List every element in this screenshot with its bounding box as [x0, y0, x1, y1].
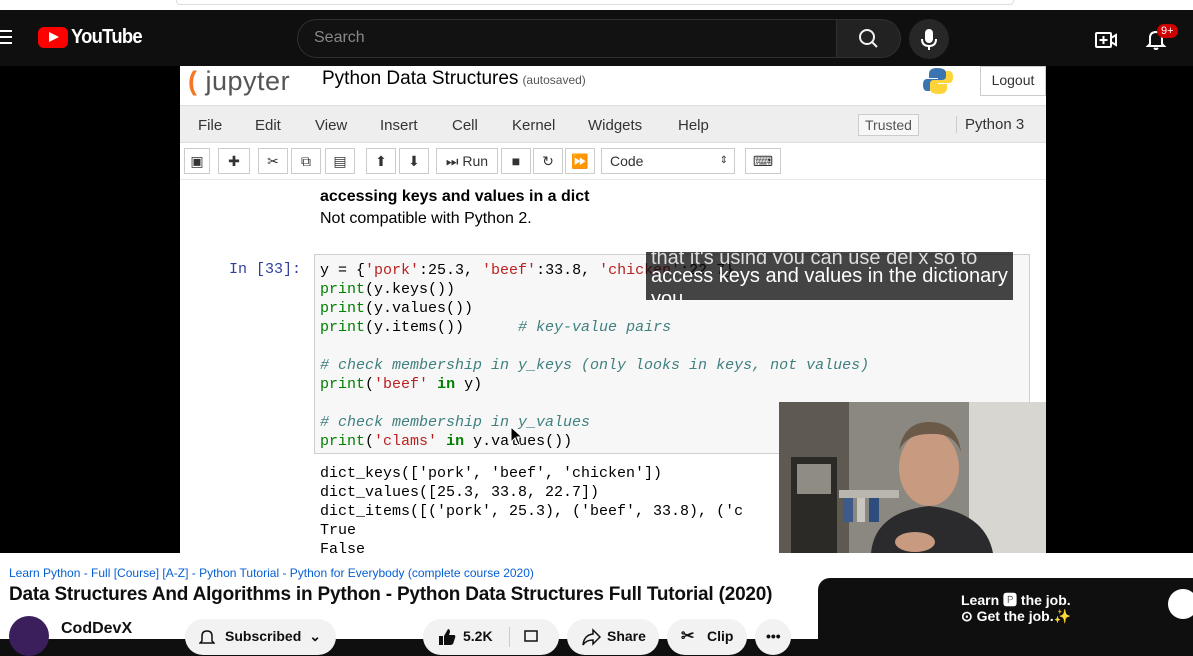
paste-icon: ▤	[325, 148, 355, 174]
output-line: False	[320, 541, 366, 553]
search-input[interactable]: Search	[297, 19, 837, 58]
jupyter-header: ( jupyter Python Data Structures (autosav…	[180, 66, 1046, 103]
output-line: dict_items([('pork', 25.3), ('beef', 33.…	[320, 503, 744, 520]
masthead: YouTube Search 9+	[0, 10, 1193, 66]
webcam-overlay	[779, 402, 1046, 553]
divider	[509, 627, 510, 647]
video-title: Data Structures And Algorithms in Python…	[9, 584, 773, 605]
cell-output: dict_keys(['pork', 'beef', 'chicken']) di…	[320, 464, 743, 553]
jupyter-menubar: File Edit View Insert Cell Kernel Widget…	[180, 105, 1046, 143]
video-player[interactable]: ( jupyter Python Data Structures (autosav…	[0, 66, 1193, 553]
markdown-text: Not compatible with Python 2.	[320, 210, 532, 227]
add-cell-icon: ✚	[218, 148, 250, 174]
caption-line-2: access keys and values in the dictionary	[651, 265, 1008, 287]
markdown-heading: accessing keys and values in a dict	[320, 188, 590, 205]
save-icon: ▣	[184, 148, 210, 174]
mouse-cursor-icon	[510, 426, 524, 446]
python-logo-icon	[923, 68, 953, 94]
ad-banner[interactable]: Learn 🅿 the job. ⊙ Get the job.✨	[818, 578, 1193, 648]
output-line: dict_keys(['pork', 'beef', 'chicken'])	[320, 465, 663, 482]
video-details: Learn Python - Full [Course] [A-Z] - Pyt…	[0, 553, 1193, 656]
like-button[interactable]: 5.2K	[423, 619, 559, 655]
menu-view: View	[315, 117, 348, 134]
menu-help: Help	[678, 117, 709, 134]
channel-avatar[interactable]	[9, 616, 49, 656]
menu-widgets: Widgets	[588, 117, 643, 134]
cell-prompt: In [33]:	[229, 261, 302, 278]
cut-icon: ✂	[258, 148, 288, 174]
chevron-down-icon: ⌄	[309, 628, 321, 644]
copy-icon: ⧉	[291, 148, 321, 174]
create-icon[interactable]	[1094, 28, 1118, 52]
video-frame: ( jupyter Python Data Structures (autosav…	[180, 66, 1046, 553]
caption-line-1: that it's using you can use del x so to	[651, 252, 978, 264]
markdown-cell: accessing keys and values in a dict Not …	[320, 186, 589, 230]
logout-button: Logout	[980, 66, 1046, 96]
output-line: True	[320, 522, 357, 539]
thumbs-up-icon	[439, 629, 456, 645]
play-icon	[38, 27, 68, 48]
subscribed-button[interactable]: Subscribed ⌄	[185, 619, 336, 655]
search-button[interactable]	[837, 19, 901, 58]
browser-top-strip	[0, 0, 1193, 10]
share-icon	[582, 628, 601, 646]
keyboard-icon: ⌨	[745, 148, 781, 174]
kernel-name: Python 3	[956, 116, 1024, 133]
jupyter-toolbar: ▣ ✚ ✂ ⧉ ▤ ⬆ ⬇ ⏭ Run ■ ↻ ⏩ Code ⇕ ⌨	[180, 144, 1046, 180]
more-actions-button[interactable]: •••	[755, 619, 791, 655]
stop-icon: ■	[501, 148, 531, 174]
scissors-icon: ✂	[681, 628, 695, 645]
info-icon[interactable]	[1168, 589, 1193, 619]
clip-button[interactable]: ✂ Clip	[667, 619, 747, 655]
bell-icon	[199, 630, 215, 644]
mic-button[interactable]	[909, 19, 949, 59]
fast-forward-icon: ⏩	[565, 148, 595, 174]
mic-icon	[921, 29, 937, 50]
presenter-image	[779, 402, 1046, 553]
ad-text: Learn 🅿 the job. ⊙ Get the job.✨	[961, 592, 1072, 624]
cell-type-select: Code ⇕	[601, 148, 735, 174]
top-divider	[176, 0, 1014, 5]
trusted-badge: Trusted	[858, 114, 919, 136]
notification-badge: 9+	[1157, 24, 1178, 38]
search-icon	[859, 29, 878, 48]
menu-insert: Insert	[380, 117, 418, 134]
notebook-title: Python Data Structures (autosaved)	[322, 68, 586, 89]
caption-line-3: you	[651, 288, 684, 300]
jupyter-logo: ( jupyter	[188, 66, 291, 96]
menu-cell: Cell	[452, 117, 478, 134]
more-icon: •••	[766, 628, 781, 644]
logo-text: YouTube	[71, 26, 143, 48]
move-down-icon: ⬇	[399, 148, 429, 174]
run-button: ⏭ Run	[436, 148, 498, 174]
channel-name[interactable]: CodDevX	[61, 620, 132, 638]
output-line: dict_values([25.3, 33.8, 22.7])	[320, 484, 600, 501]
closed-caption: that it's using you can use del x so to …	[646, 252, 1013, 300]
youtube-logo[interactable]: YouTube	[38, 26, 148, 49]
menu-file: File	[198, 117, 223, 134]
playlist-link[interactable]: Learn Python - Full [Course] [A-Z] - Pyt…	[9, 566, 534, 580]
move-up-icon: ⬆	[366, 148, 396, 174]
menu-kernel: Kernel	[512, 117, 556, 134]
restart-icon: ↻	[533, 148, 563, 174]
share-button[interactable]: Share	[567, 619, 659, 655]
menu-icon[interactable]	[0, 30, 12, 44]
thumbs-down-icon	[524, 630, 538, 642]
menu-edit: Edit	[255, 117, 281, 134]
